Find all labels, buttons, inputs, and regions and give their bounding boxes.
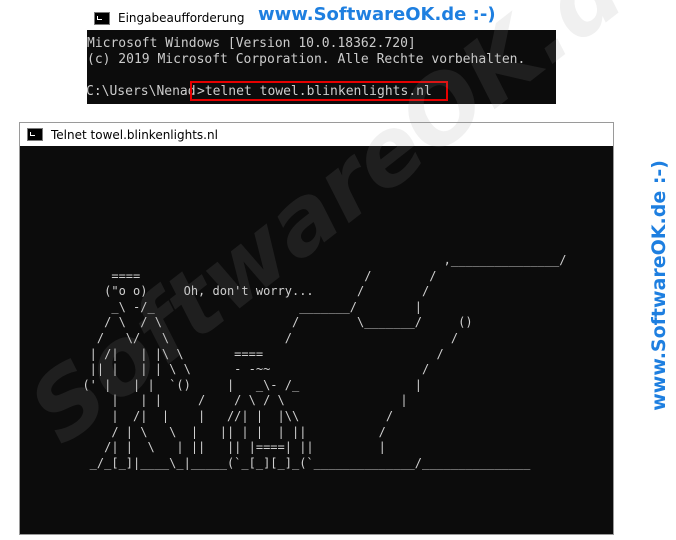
ascii-art-line: (' | | | `() | _\- /_ | <box>68 377 423 392</box>
telnet-window[interactable]: Telnet towel.blinkenlights.nl ,_________… <box>19 122 614 535</box>
ascii-art-animation: ,_______________/ ==== / / ("o o) Oh, do… <box>68 253 567 471</box>
prompt-path: C:\Users\Nenad <box>87 84 196 99</box>
ascii-art-line: ,_______________/ <box>68 253 567 267</box>
ascii-art-line: _/_[_]|____\_|_____(`_[_][_]_(`_________… <box>68 455 531 470</box>
ascii-art-line: ==== / / <box>68 268 437 283</box>
ascii-art-line: || | | | \ \ - -~~ / <box>68 362 430 377</box>
brand-text-side: www.SoftwareOK.de :-) <box>648 160 670 411</box>
ascii-art-line: / | \ \ | || | | | || / <box>68 424 386 439</box>
cmd-window-title: Eingabeaufforderung <box>118 11 245 25</box>
ascii-art-line: | | | / / \ / \ | <box>68 393 408 408</box>
ascii-art-line: | /| | | //| | |\\ / <box>68 408 394 423</box>
brand-text-top: www.SoftwareOK.de :-) <box>258 4 496 25</box>
ascii-art-line: / \/ \ / / <box>68 330 459 345</box>
telnet-window-title: Telnet towel.blinkenlights.nl <box>51 127 218 142</box>
ascii-art-line: /| | \ | || || |====| || | <box>68 440 386 455</box>
console-icon <box>94 11 110 25</box>
telnet-titlebar[interactable]: Telnet towel.blinkenlights.nl <box>20 123 613 146</box>
ascii-art-line: / \ / \ / \_______/ () <box>68 315 473 330</box>
command-prompt-line[interactable]: C:\Users\Nenad >telnet towel.blinkenlight… <box>87 81 556 101</box>
ascii-art-line: ("o o) Oh, don't worry... / / <box>68 284 430 299</box>
command-highlight-box <box>190 81 448 101</box>
cmd-output: Microsoft Windows [Version 10.0.18362.72… <box>87 30 556 101</box>
copyright-line: (c) 2019 Microsoft Corporation. Alle Rec… <box>87 52 526 67</box>
ascii-art-line: _\ -/_ _______/ | <box>68 299 423 314</box>
version-line: Microsoft Windows [Version 10.0.18362.72… <box>87 36 416 51</box>
ascii-art-line: | /| | |\ \ ==== / <box>68 346 444 361</box>
console-icon <box>27 128 43 141</box>
